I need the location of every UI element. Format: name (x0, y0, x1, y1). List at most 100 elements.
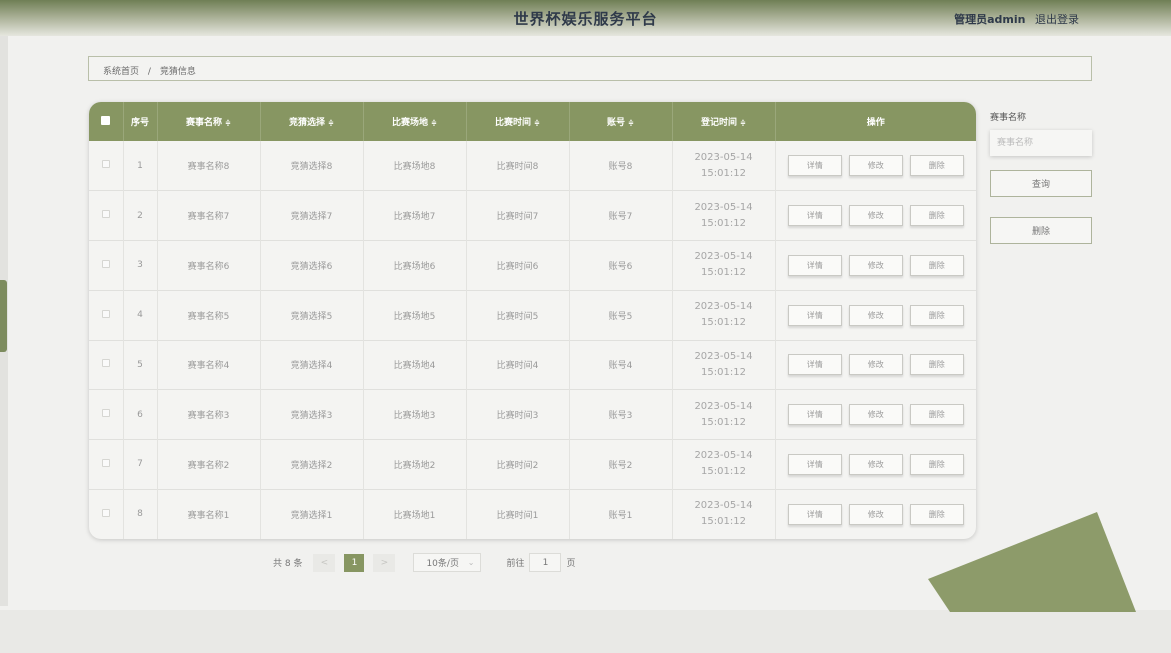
sort-icon[interactable]: ≑ (225, 119, 231, 127)
edit-button[interactable]: 修改 (848, 205, 903, 227)
search-input[interactable]: 赛事名称 (990, 130, 1092, 156)
table-cell: 2023-05-14 15:01:12 (672, 240, 776, 291)
row-venue: 比赛场地4 (393, 361, 436, 372)
row-account: 账号5 (608, 311, 633, 322)
row-match-time: 比赛时间4 (496, 361, 539, 372)
page-number-current[interactable]: 1 (344, 553, 365, 572)
detail-button[interactable]: 详情 (787, 155, 842, 177)
table-cell: 比赛场地3 (363, 389, 467, 440)
row-actions: 详情 修改 删除 (775, 390, 976, 440)
breadcrumb-home[interactable]: 系统首页 (103, 67, 139, 77)
table-cell: 比赛时间7 (466, 190, 570, 241)
detail-button[interactable]: 详情 (787, 404, 842, 426)
table-cell: 赛事名称1 (157, 489, 261, 539)
detail-button[interactable]: 详情 (787, 503, 842, 525)
edit-button[interactable]: 修改 (848, 254, 903, 276)
table-cell: 赛事名称7 (157, 190, 261, 241)
table-row: 7 赛事名称2 竞猜选择2 比赛场地2 比赛时间2 账号2 2023-05-14 15:01… (89, 439, 976, 490)
row-checkbox[interactable] (101, 160, 110, 169)
edit-button[interactable]: 修改 (848, 404, 903, 426)
breadcrumb: 系统首页 / 竞猜信息 (88, 56, 1092, 81)
detail-button[interactable]: 详情 (787, 205, 842, 227)
row-actions: 详情 修改 删除 (775, 340, 976, 390)
query-button[interactable]: 查询 (990, 170, 1092, 197)
edit-button[interactable]: 修改 (848, 503, 903, 525)
sidebar-toggle[interactable] (0, 280, 7, 352)
checkbox-cell (89, 190, 124, 241)
delete-button[interactable]: 删除 (909, 354, 964, 376)
row-guess-choice: 竞猜选择4 (290, 361, 333, 372)
sort-icon[interactable]: ≑ (534, 119, 540, 127)
row-actions: 详情 修改 删除 (775, 489, 976, 539)
select-all-header[interactable] (89, 102, 124, 141)
row-checkbox[interactable] (101, 259, 110, 268)
column-header[interactable]: 赛事名称 ≑ (157, 102, 261, 141)
row-checkbox[interactable] (101, 458, 110, 467)
delete-button[interactable]: 删除 (909, 404, 964, 426)
column-header[interactable]: 账号 ≑ (569, 102, 673, 141)
delete-button[interactable]: 删除 (909, 155, 964, 177)
detail-button[interactable]: 详情 (787, 254, 842, 276)
table-header-row: 序号 赛事名称 ≑ 竞猜选择 ≑ 比赛场地 ≑ 比赛时间 ≑ 账号 ≑ 登记时间 ≑ 操作 (89, 102, 976, 141)
row-match-time: 比赛时间6 (496, 261, 539, 272)
row-match-time: 比赛时间3 (496, 411, 539, 422)
delete-button[interactable]: 删除 (909, 503, 964, 525)
table-cell: 赛事名称8 (157, 141, 261, 191)
column-header: 序号 (123, 102, 158, 141)
detail-button[interactable]: 详情 (787, 453, 842, 475)
row-checkbox[interactable] (101, 359, 110, 368)
checkbox-cell (89, 290, 124, 340)
search-label: 赛事名称 (990, 113, 1027, 123)
row-event-name: 赛事名称1 (187, 510, 230, 521)
row-checkbox[interactable] (101, 409, 110, 418)
row-actions: 详情 修改 删除 (775, 440, 976, 490)
table-cell: 赛事名称3 (157, 389, 261, 440)
row-checkbox[interactable] (101, 210, 110, 219)
table-cell: 2023-05-14 15:01:12 (672, 190, 776, 241)
edit-button[interactable]: 修改 (848, 453, 903, 475)
delete-button[interactable]: 删除 (909, 205, 964, 227)
table-cell: 竞猜选择8 (260, 141, 364, 191)
table-cell: 2023-05-14 15:01:12 (672, 141, 776, 191)
table-cell: 2 (123, 190, 158, 241)
logout-link[interactable]: 退出登录 (1035, 13, 1079, 26)
detail-button[interactable]: 详情 (787, 354, 842, 376)
table-cell: 账号5 (569, 290, 673, 340)
sort-icon[interactable]: ≑ (740, 119, 746, 127)
select-all-checkbox[interactable] (101, 115, 111, 125)
sort-icon[interactable]: ≑ (328, 119, 334, 127)
edit-button[interactable]: 修改 (848, 304, 903, 326)
sort-icon[interactable]: ≑ (628, 119, 634, 127)
page-size-value: 10条/页 (426, 559, 459, 569)
edit-button[interactable]: 修改 (848, 155, 903, 177)
detail-button[interactable]: 详情 (787, 304, 842, 326)
delete-button[interactable]: 删除 (909, 453, 964, 475)
column-header[interactable]: 登记时间 ≑ (672, 102, 776, 141)
edit-button[interactable]: 修改 (848, 354, 903, 376)
page-size-select[interactable]: 10条/页 ⌄ (413, 553, 482, 572)
goto-page-input[interactable]: 1 (529, 553, 562, 572)
table-cell: 竞猜选择2 (260, 439, 364, 490)
table-cell: 竞猜选择5 (260, 290, 364, 340)
sort-icon[interactable]: ≑ (431, 119, 437, 127)
table-cell: 6 (123, 389, 158, 440)
row-index: 3 (137, 260, 143, 271)
delete-button[interactable]: 删除 (909, 254, 964, 276)
prev-page-button[interactable]: < (313, 553, 336, 572)
table-cell: 竞猜选择7 (260, 190, 364, 241)
breadcrumb-separator: / (147, 67, 151, 77)
row-match-time: 比赛时间7 (496, 212, 539, 223)
column-header[interactable]: 竞猜选择 ≑ (260, 102, 364, 141)
next-page-button[interactable]: > (373, 553, 396, 572)
delete-button[interactable]: 删除 (909, 304, 964, 326)
column-header[interactable]: 比赛时间 ≑ (466, 102, 570, 141)
row-index: 7 (137, 459, 143, 470)
table-cell: 比赛场地1 (363, 489, 467, 539)
column-header[interactable]: 比赛场地 ≑ (363, 102, 467, 141)
table-cell: 比赛场地2 (363, 439, 467, 490)
batch-delete-button[interactable]: 删除 (990, 217, 1092, 244)
row-checkbox[interactable] (101, 508, 110, 517)
row-checkbox[interactable] (101, 309, 110, 318)
table-cell: 1 (123, 141, 158, 191)
table-cell: 8 (123, 489, 158, 539)
